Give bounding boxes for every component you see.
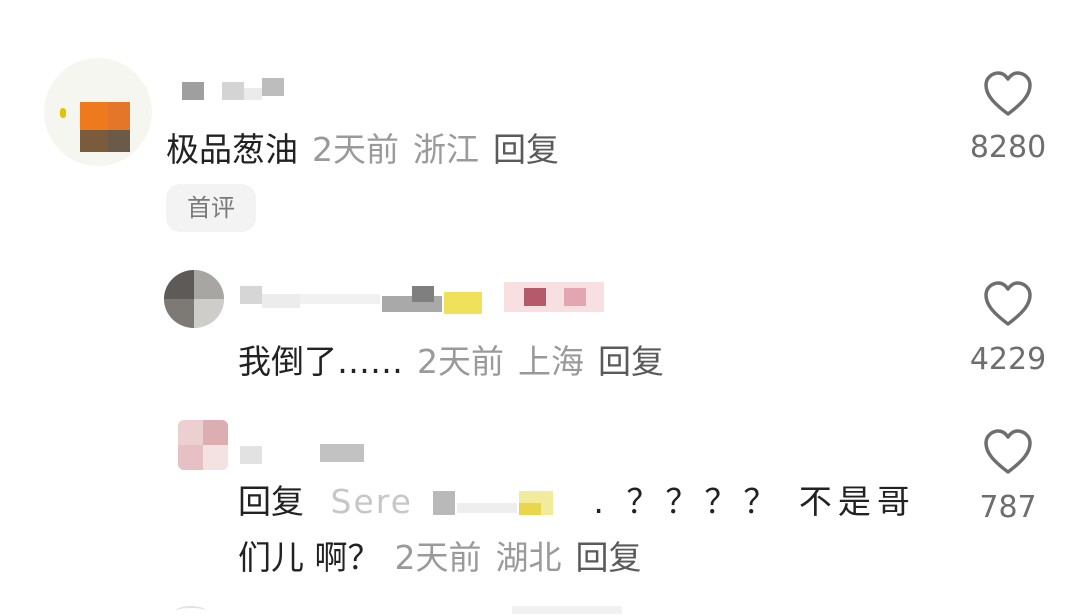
reply-text-line2: 们儿 啊？ [238, 538, 381, 577]
mention-username[interactable]: Sere [331, 482, 413, 521]
reply-line: 我倒了…… 2天前 上海 回复 [238, 342, 664, 382]
like-count: 787 [979, 490, 1037, 525]
heart-outline-icon [984, 71, 1032, 116]
heart-outline-icon [984, 429, 1032, 474]
reply-location: 上海 [518, 342, 584, 381]
reply-username[interactable] [240, 282, 610, 316]
reply-line-1: 回复 Sere . ？？？？ 不是哥 [238, 482, 916, 522]
reply-button[interactable]: 回复 [598, 342, 664, 381]
reply-text: 我倒了…… [238, 342, 403, 381]
heart-outline-icon [984, 281, 1032, 326]
reply-username[interactable] [240, 442, 370, 466]
comment-line: 极品葱油 2天前 浙江 回复 [166, 130, 559, 170]
first-comment-badge: 首评 [166, 184, 256, 232]
reply-button[interactable]: 回复 [576, 538, 642, 577]
next-username-edge [512, 606, 622, 614]
like-button[interactable]: 787 [958, 428, 1058, 526]
commenter-username[interactable] [182, 78, 292, 102]
reply-avatar[interactable] [178, 420, 228, 470]
like-count: 8280 [969, 130, 1047, 165]
like-button[interactable]: 4229 [958, 280, 1058, 378]
like-count: 4229 [969, 342, 1047, 377]
reply-location: 湖北 [495, 538, 562, 577]
reply-text-line1: . ？？？？ 不是哥 [593, 482, 916, 521]
reply-button[interactable]: 回复 [493, 130, 559, 169]
next-avatar-edge [176, 606, 206, 616]
reply-time: 2天前 [417, 342, 504, 381]
reply-time: 2天前 [394, 538, 482, 577]
commenter-avatar[interactable] [44, 58, 152, 166]
comment-text: 极品葱油 [166, 130, 298, 169]
comment-time: 2天前 [312, 130, 399, 169]
comment-location: 浙江 [413, 130, 479, 169]
reply-prefix: 回复 [238, 482, 304, 521]
like-button[interactable]: 8280 [958, 70, 1058, 166]
reply-avatar[interactable] [164, 270, 224, 328]
mention-pixelated [423, 489, 593, 519]
reply-line-2: 们儿 啊？ 2天前 湖北 回复 [238, 538, 642, 578]
